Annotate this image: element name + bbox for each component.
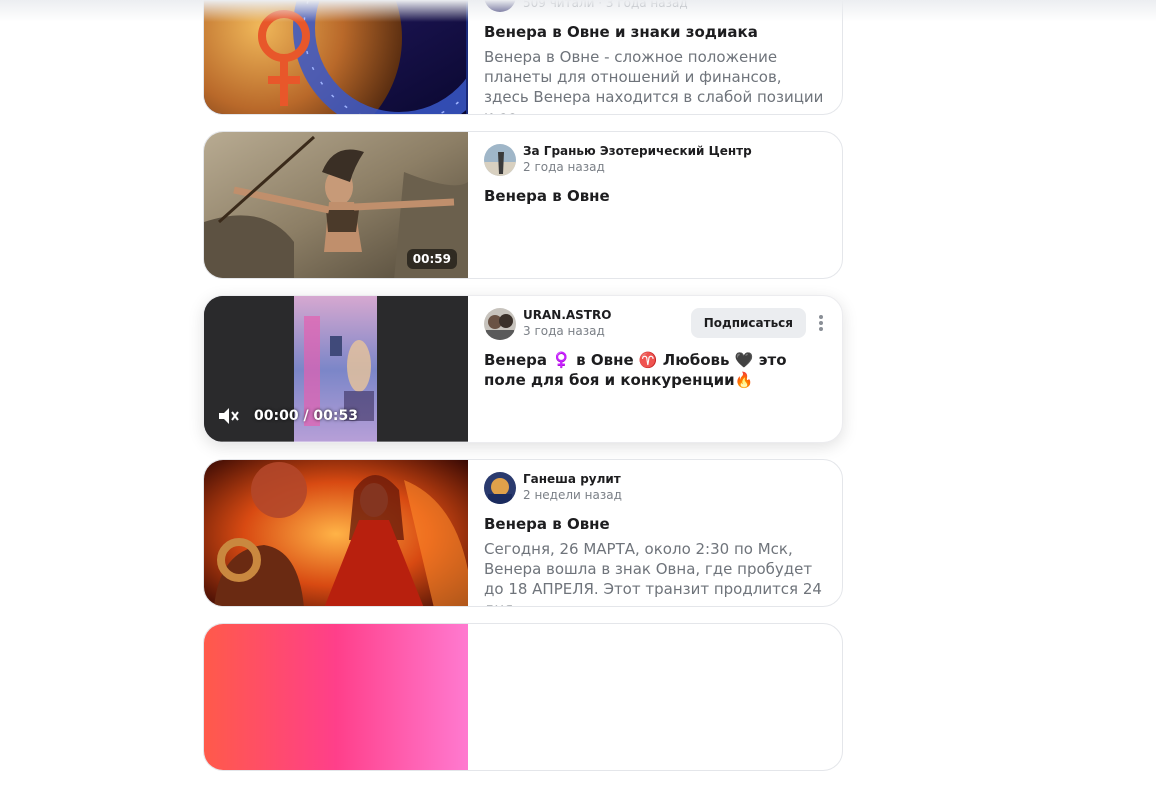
card-meta: За Гранью Эзотерический Центр 2 года наз…: [484, 144, 824, 176]
card-body: Ганеша рулит 2 недели назад Венера в Овн…: [484, 460, 830, 606]
more-options-icon[interactable]: [816, 315, 826, 333]
card-thumbnail[interactable]: [204, 624, 468, 770]
feed-card-active[interactable]: 00:00 / 00:53 URAN.ASTRO 3 года назад По…: [203, 295, 843, 443]
subscribe-button[interactable]: Подписаться: [690, 308, 806, 338]
card-title[interactable]: Венера в Овне: [484, 514, 830, 534]
player-controls: 00:00 / 00:53: [216, 404, 358, 428]
player-time: 00:00 / 00:53: [254, 408, 358, 424]
channel-avatar[interactable]: [484, 144, 516, 176]
feed-card[interactable]: Ганеша рулит 2 недели назад Венера в Овн…: [203, 459, 843, 607]
video-thumbnail[interactable]: 00:59: [204, 132, 468, 278]
mute-icon[interactable]: [216, 404, 240, 428]
card-meta: 509 читали · 3 года назад: [484, 0, 824, 12]
card-stats: 3 года назад: [523, 324, 605, 338]
channel-avatar[interactable]: [484, 472, 516, 504]
card-description: Сегодня, 26 МАРТА, около 2:30 по Мск, Ве…: [484, 540, 822, 606]
card-description: Венера в Овне - сложное положение планет…: [484, 48, 824, 114]
channel-name[interactable]: За Гранью Эзотерический Центр: [523, 144, 752, 158]
card-thumbnail[interactable]: [204, 0, 468, 114]
feed-card[interactable]: 00:59 За Гранью Эзотерический Центр 2 го…: [203, 131, 843, 279]
video-progress-bar[interactable]: [204, 441, 468, 442]
card-body: URAN.ASTRO 3 года назад Подписаться Вене…: [484, 296, 830, 442]
channel-avatar[interactable]: [484, 0, 516, 12]
card-title[interactable]: Венера ♀️ в Овне ♈️ Любовь 🖤 это поле дл…: [484, 350, 830, 390]
channel-name[interactable]: URAN.ASTRO: [523, 308, 611, 322]
channel-name[interactable]: Ганеша рулит: [523, 472, 621, 486]
card-stats: 2 недели назад: [523, 488, 622, 502]
feed-card[interactable]: 509 читали · 3 года назад Венера в Овне …: [203, 0, 843, 115]
video-duration: 00:59: [406, 249, 457, 269]
card-body: За Гранью Эзотерический Центр 2 года наз…: [484, 132, 830, 278]
feed-card[interactable]: [203, 623, 843, 771]
video-player[interactable]: 00:00 / 00:53: [204, 296, 468, 442]
card-title[interactable]: Венера в Овне: [484, 186, 830, 206]
card-meta: Ганеша рулит 2 недели назад: [484, 472, 824, 504]
card-thumbnail[interactable]: [204, 460, 468, 606]
card-body: 509 читали · 3 года назад Венера в Овне …: [484, 0, 830, 114]
feed: 509 читали · 3 года назад Венера в Овне …: [203, 0, 843, 787]
card-stats: 509 читали · 3 года назад: [523, 0, 688, 10]
card-stats: 2 года назад: [523, 160, 605, 174]
channel-avatar[interactable]: [484, 308, 516, 340]
card-title[interactable]: Венера в Овне и знаки зодиака: [484, 22, 830, 42]
